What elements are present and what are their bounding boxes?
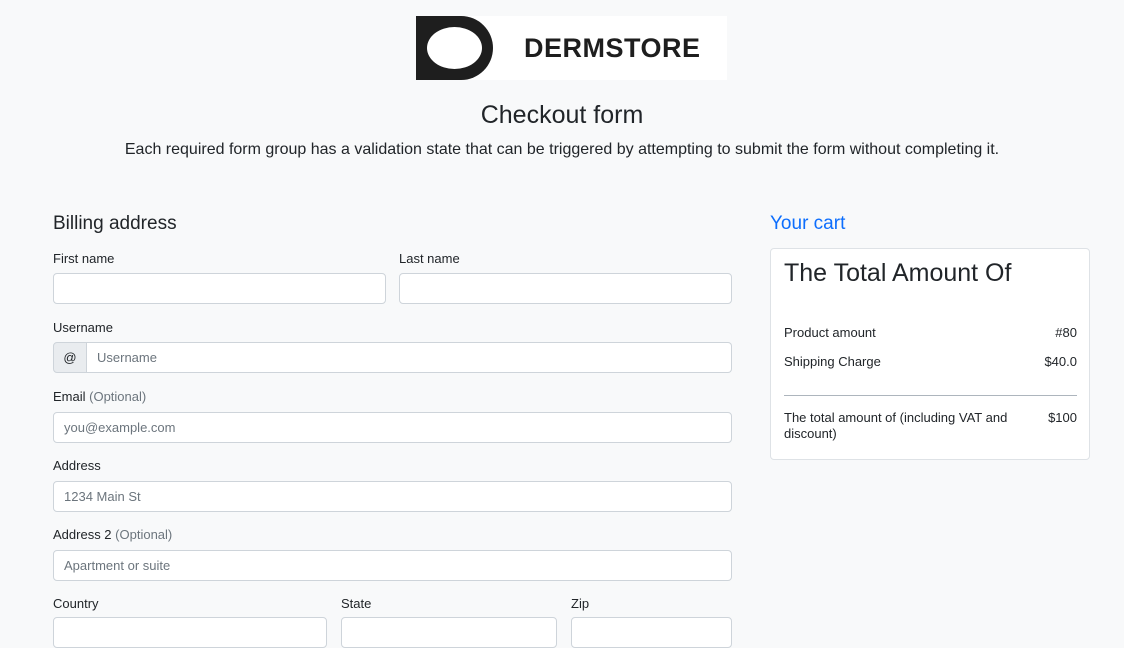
cart-card: The Total Amount Of Product amount #80 S… (770, 248, 1090, 460)
email-optional: (Optional) (89, 389, 147, 404)
billing-title: Billing address (53, 213, 177, 234)
username-label: Username (53, 320, 113, 335)
email-label-text: Email (53, 389, 86, 404)
brand-name: DERMSTORE (524, 32, 701, 63)
last-name-input[interactable] (399, 273, 732, 304)
address-label: Address (53, 458, 101, 473)
address2-optional: (Optional) (115, 527, 173, 542)
cart-total-value: $100 (1048, 410, 1077, 425)
first-name-label: First name (53, 251, 115, 266)
username-group: @ Username (53, 342, 732, 373)
address2-input[interactable]: Apartment or suite (53, 550, 732, 581)
email-input[interactable]: you@example.com (53, 412, 732, 443)
state-label: State (341, 596, 372, 611)
logo-d-icon (416, 16, 493, 80)
zip-label: Zip (571, 596, 590, 611)
address-input[interactable]: 1234 Main St (53, 481, 732, 512)
cart-row-value: $40.0 (1044, 354, 1077, 369)
first-name-input[interactable] (53, 273, 386, 304)
username-input[interactable]: Username (87, 342, 732, 373)
address2-label: Address 2 (Optional) (53, 527, 172, 542)
cart-divider (784, 395, 1077, 396)
cart-row-label: Product amount (784, 325, 876, 340)
cart-heading: The Total Amount Of (784, 259, 1012, 287)
cart-row-value: #80 (1055, 325, 1077, 340)
state-select[interactable] (341, 617, 557, 648)
cart-total-row: The total amount of (including VAT and d… (784, 410, 1077, 442)
brand-logo: DERMSTORE (416, 16, 727, 80)
last-name-label: Last name (399, 251, 460, 266)
page-lead: Each required form group has a validatio… (124, 141, 1000, 158)
country-label: Country (53, 596, 99, 611)
country-select[interactable] (53, 617, 327, 648)
cart-total-label: The total amount of (including VAT and d… (784, 410, 1008, 441)
zip-input[interactable] (571, 617, 732, 648)
page-title: Checkout form (480, 101, 644, 129)
cart-row-shipping: Shipping Charge $40.0 (784, 354, 1077, 369)
cart-row-product: Product amount #80 (784, 325, 1077, 340)
address2-label-text: Address 2 (53, 527, 112, 542)
cart-title: Your cart (770, 213, 846, 234)
email-label: Email (Optional) (53, 389, 146, 404)
at-prefix: @ (53, 342, 87, 373)
cart-row-label: Shipping Charge (784, 354, 881, 369)
